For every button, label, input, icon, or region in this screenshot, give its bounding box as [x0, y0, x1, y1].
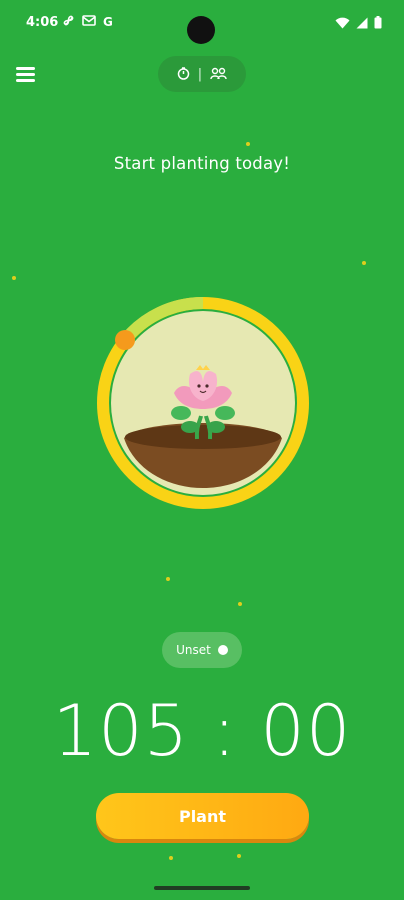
battery-icon — [374, 14, 382, 33]
timer-icon[interactable] — [177, 65, 190, 84]
group-icon[interactable] — [210, 65, 227, 84]
status-bar: 4:06 G — [0, 0, 404, 44]
timer-ring[interactable] — [96, 296, 310, 510]
mode-toggle[interactable]: | — [158, 56, 246, 92]
mode-separator: | — [197, 66, 203, 82]
mail-icon — [82, 15, 96, 29]
status-icons-right — [335, 14, 382, 33]
sparkle-dot — [237, 854, 241, 858]
sparkle-dot — [238, 602, 242, 606]
headline: Start planting today! — [113, 154, 291, 173]
fan-icon — [62, 14, 75, 30]
wifi-icon — [335, 14, 350, 33]
signal-icon — [356, 14, 368, 33]
sparkle-dot — [362, 261, 366, 265]
status-time: 4:06 — [26, 15, 59, 30]
google-icon: G — [103, 15, 113, 29]
front-camera — [187, 16, 215, 44]
home-indicator[interactable] — [154, 886, 250, 890]
sparkle-dot — [169, 856, 173, 860]
soil-top — [125, 425, 281, 449]
plant-button[interactable]: Plant — [96, 793, 309, 839]
tag-selector[interactable]: Unset — [162, 632, 242, 668]
sparkle-dot — [12, 276, 16, 280]
tag-label: Unset — [176, 643, 211, 657]
status-icons-left: G — [62, 14, 113, 30]
menu-button[interactable] — [16, 66, 36, 82]
ring-handle — [115, 330, 135, 350]
timer-display: 105 : 00 — [52, 690, 352, 772]
sparkle-dot — [246, 142, 250, 146]
sparkle-dot — [166, 577, 170, 581]
tag-color-dot — [217, 645, 228, 655]
